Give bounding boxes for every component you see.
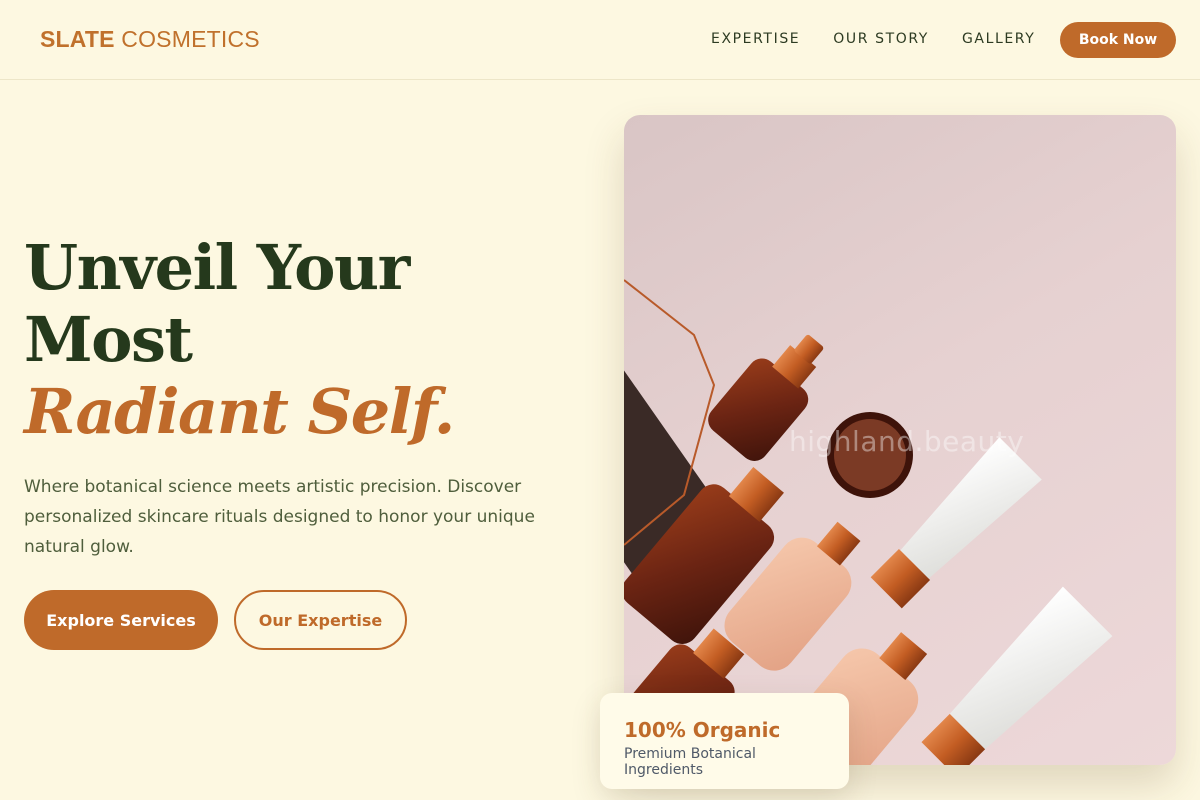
organic-badge: 100% Organic Premium Botanical Ingredien… [600, 693, 849, 789]
nav-item-gallery[interactable]: GALLERY [962, 31, 1035, 47]
hero-headline: Unveil Your Most Radiant Self. [24, 231, 455, 448]
image-watermark: highland.beauty [789, 425, 1025, 458]
our-expertise-button[interactable]: Our Expertise [234, 590, 407, 650]
main-nav: EXPERTISE OUR STORY GALLERY [711, 31, 1035, 47]
headline-line-2: Most [24, 303, 193, 376]
nav-item-expertise[interactable]: EXPERTISE [711, 31, 800, 47]
badge-subtitle: Premium Botanical Ingredients [624, 746, 756, 778]
hero-product-image: highland.beauty [624, 115, 1176, 765]
book-now-button[interactable]: Book Now [1060, 22, 1176, 58]
nav-item-our-story[interactable]: OUR STORY [833, 31, 929, 47]
brand-name-light: COSMETICS [121, 26, 260, 52]
brand-logo[interactable]: SLATE COSMETICS [40, 26, 260, 53]
headline-line-1: Unveil Your [24, 231, 410, 304]
hero-subtext: Where botanical science meets artistic p… [24, 477, 535, 557]
brand-name-bold: SLATE [40, 26, 115, 52]
explore-services-button[interactable]: Explore Services [24, 590, 218, 650]
site-header: SLATE COSMETICS EXPERTISE OUR STORY GALL… [0, 0, 1200, 80]
headline-accent: Radiant Self. [24, 375, 455, 448]
badge-title: 100% Organic [624, 718, 781, 742]
